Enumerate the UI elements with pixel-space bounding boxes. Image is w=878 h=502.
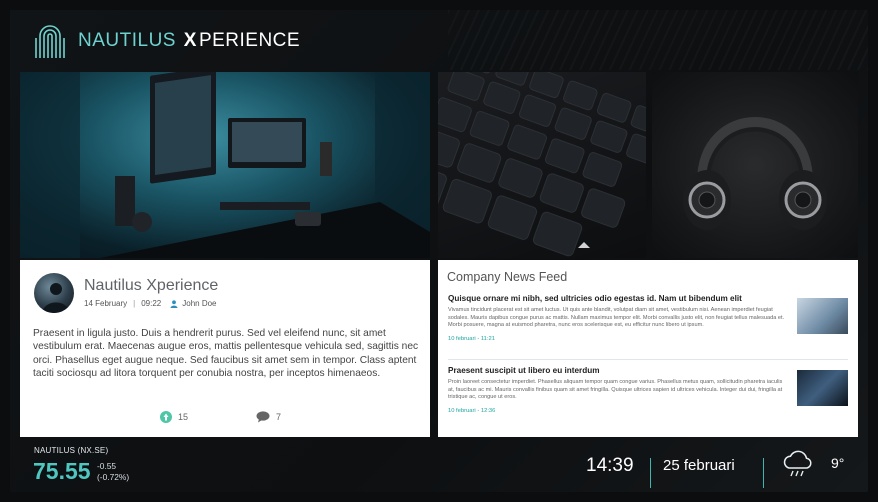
comment-button[interactable]: 7 <box>256 411 281 423</box>
post-time: 09:22 <box>141 299 162 308</box>
temperature: 9° <box>831 455 845 471</box>
stock-change-value: -0.55 <box>97 461 117 471</box>
comment-count: 7 <box>276 412 282 422</box>
divider <box>763 458 764 488</box>
news-item-title: Praesent suscipit ut libero eu interdum <box>448 366 600 375</box>
like-count: 15 <box>178 412 189 422</box>
desk-setup-image <box>20 72 430 258</box>
divider <box>650 458 651 488</box>
news-item-thumbnail <box>797 370 848 406</box>
brand-wordmark: NAUTILUS X PERIENCE <box>78 30 300 52</box>
like-icon <box>160 411 172 423</box>
stock-price: 75.55 <box>33 458 91 484</box>
news-item-date: 10 februari - 11:21 <box>448 335 495 342</box>
brand-name-right: PERIENCE <box>198 30 301 51</box>
news-item[interactable]: Quisque ornare mi nibh, sed ultricies od… <box>448 294 848 342</box>
news-item-thumbnail <box>797 298 848 334</box>
stock-symbol: NAUTILUS (NX.SE) <box>34 446 109 455</box>
news-item[interactable]: Praesent suscipit ut libero eu interdum … <box>448 366 848 414</box>
news-item-text: Vivamus tincidunt placerat est sit amet … <box>448 307 785 329</box>
news-item-text: Proin laoreet consectetur imperdiet. Pha… <box>448 379 783 401</box>
clock-date: 25 februari <box>663 457 735 474</box>
brand-name-x: X <box>183 30 197 51</box>
news-feed-heading: Company News Feed <box>447 270 568 284</box>
rain-cloud-icon <box>783 450 812 477</box>
avatar <box>34 273 74 313</box>
brand-name-left: NAUTILUS <box>78 30 176 51</box>
post-meta: 14 February | 09:22 John Doe <box>84 299 217 308</box>
divider <box>448 359 848 360</box>
clock-time: 14:39 <box>586 455 634 476</box>
post-title: Nautilus Xperience <box>84 277 219 294</box>
post-stats: 15 7 <box>160 411 281 423</box>
post-body: Praesent in ligula justo. Duis a hendrer… <box>33 328 419 380</box>
meta-separator: | <box>133 299 136 308</box>
post-author: John Doe <box>182 299 217 308</box>
headphones-image <box>652 72 858 258</box>
like-button[interactable]: 15 <box>160 411 188 423</box>
nautilus-logo-icon <box>35 25 65 58</box>
comment-icon <box>256 411 270 423</box>
keyboard-image <box>438 72 646 258</box>
stock-change-percent: (-0.72%) <box>97 472 130 482</box>
news-feed-card: Company News Feed Quisque ornare mi nibh… <box>438 260 858 437</box>
news-item-date: 10 februari - 12:36 <box>448 407 496 414</box>
news-item-title: Quisque ornare mi nibh, sed ultricies od… <box>448 294 742 303</box>
brand-logo: NAUTILUS X PERIENCE <box>32 22 300 60</box>
stock-change: -0.55 (-0.72%) <box>97 461 129 483</box>
user-icon <box>170 299 178 308</box>
post-date: 14 February <box>84 299 128 308</box>
post-card: Nautilus Xperience 14 February | 09:22 J… <box>20 260 430 437</box>
